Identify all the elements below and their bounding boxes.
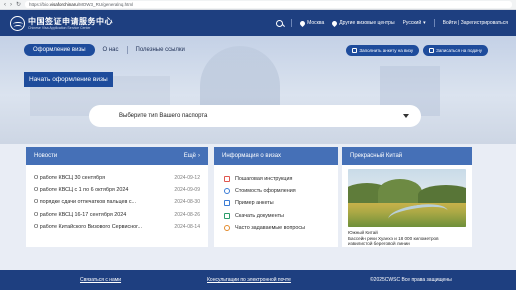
chevron-down-icon [403,114,409,118]
divider [291,19,293,27]
other-centers-link[interactable]: Другие визовые центры [331,19,395,27]
steps-icon [224,176,230,183]
news-item[interactable]: О порядке сдачи отпечатков пальцев с... 2… [34,196,200,208]
visa-info-title: Информация о визах [222,153,282,159]
info-item-label: Пошаговая инструкция [235,176,293,183]
other-centers-label: Другие визовые центры [339,20,395,26]
divider [126,46,128,54]
location-pin-icon [331,19,339,27]
news-item[interactable]: О работе КВСЦ 16-17 сентября 2024 2024-08… [34,209,200,221]
news-item-title: О работе КВСЦ 30 сентября [34,175,105,182]
chevron-down-icon: ▾ [423,20,426,26]
caption-line: извилистой береговой линии [348,241,410,247]
logo-title-cn: 中国签证申请服务中心 [28,16,113,26]
news-item-title: О работе КВСЦ 16-17 сентября 2024 [34,211,127,218]
language-selector[interactable]: Русский ▾ [403,20,426,26]
search-button[interactable] [276,19,284,27]
forward-icon[interactable]: › [10,2,12,8]
info-item-label: Скачать документы [235,212,284,219]
chevron-right-icon: › [198,153,200,159]
passport-type-select[interactable]: Выберите тип Вашего паспорта [89,105,421,127]
news-item[interactable]: О работе КВСЦ с 1 по 6 октября 2024 2024-… [34,184,200,196]
info-item-instructions[interactable]: Пошаговая инструкция [224,173,328,185]
hero-section: Оформление визы О нас Полезные ссылки За… [0,36,516,144]
logo-title-en: Chinese Visa Application Service Center [28,25,91,30]
info-item-label: Часто задаваемые вопросы [235,224,305,231]
news-item-title: О порядке сдачи отпечатков пальцев с... [34,199,137,206]
news-item-date: 2024-09-09 [174,187,200,194]
appointment-button[interactable]: Записаться на подачу [423,45,488,56]
divider [433,19,435,27]
city-label: Москва [307,20,325,26]
copyright-text: ©2025CWSC Все права защищены [370,277,452,283]
visa-info-panel: Информация о визах Пошаговая инструкция … [214,147,338,247]
news-more-link[interactable]: Ещё › [184,153,200,159]
info-item-cost[interactable]: Стоимость оформления [224,185,328,197]
contact-us-link[interactable]: Связаться с нами [80,277,121,283]
news-item-date: 2024-09-12 [174,175,200,182]
tab-visa[interactable]: Оформление визы [24,44,95,56]
beautiful-china-title: Прекрасный Китай [350,153,403,159]
apply-form-label: Заполнить анкету на визу [359,48,414,53]
url-prefix: https://bio. [29,2,50,7]
news-title: Новости [34,153,58,159]
beautiful-china-panel: Прекрасный Китай Южный Китай Бассейн рек… [342,147,472,247]
landscape-caption: Южный Китай Бассейн реки Хуанхэ и 18 000… [342,227,472,247]
address-bar[interactable]: https://bio.visaforchinaru/MOW3_RU/gener… [25,1,512,8]
news-panel: Новости Ещё › О работе КВСЦ 30 сентября 20… [26,147,208,247]
info-item-label: Стоимость оформления [235,188,296,195]
main-tabs: Оформление визы О нас Полезные ссылки [24,44,185,56]
browser-bar: ‹ › ↻ https://bio.visaforchinaru/MOW3_RU… [0,0,516,10]
news-item[interactable]: О работе КВСЦ 30 сентября 2024-09-12 [34,172,200,184]
search-icon [276,19,284,27]
login-link[interactable]: Войти | Зарегистрироваться [443,20,508,26]
info-item-download[interactable]: Скачать документы [224,210,328,222]
start-visa-title: Начать оформление визы [24,72,113,87]
news-more-label: Ещё [183,153,196,159]
tab-links[interactable]: Полезные ссылки [136,47,185,53]
appointment-label: Записаться на подачу [436,48,482,53]
apply-form-button[interactable]: Заполнить анкету на визу [346,45,420,56]
news-item[interactable]: О работе Китайского Визового Сервисног..… [34,221,200,233]
faq-icon [224,224,230,231]
site-logo[interactable]: 中国签证申请服务中心 Chinese Visa Application Serv… [10,15,113,31]
back-icon[interactable]: ‹ [4,2,6,8]
url-path: /MOW3_RU/generalnq.html [77,2,134,7]
info-item-faq[interactable]: Часто задаваемые вопросы [224,222,328,234]
form-icon [352,48,358,53]
hero-background-shape [200,46,280,106]
news-item-title: О работе КВСЦ с 1 по 6 октября 2024 [34,187,129,194]
info-item-label: Пример анкеты [235,200,274,207]
landscape-image[interactable] [348,169,466,227]
city-selector[interactable]: Москва [299,19,325,27]
download-icon [224,212,230,219]
info-item-sample[interactable]: Пример анкеты [224,197,328,209]
reload-icon[interactable]: ↻ [16,2,21,8]
email-consult-link[interactable]: Консультации по электронной почте [207,277,291,283]
news-item-date: 2024-08-26 [174,211,200,218]
news-item-title: О работе Китайского Визового Сервисног..… [34,223,142,230]
url-domain: visaforchinaru [49,2,78,7]
site-footer: Связаться с нами Консультации по электро… [0,270,516,290]
news-item-date: 2024-08-14 [174,223,200,230]
tab-about[interactable]: О нас [103,47,119,53]
document-icon [224,200,230,207]
site-header: 中国签证申请服务中心 Chinese Visa Application Serv… [0,10,516,36]
location-pin-icon [299,19,307,27]
passport-select-label: Выберите тип Вашего паспорта [119,113,208,119]
price-icon [224,188,230,195]
news-item-date: 2024-08-30 [174,199,200,206]
logo-emblem-icon [10,15,25,31]
language-label: Русский [402,20,422,26]
calendar-icon [429,48,435,53]
